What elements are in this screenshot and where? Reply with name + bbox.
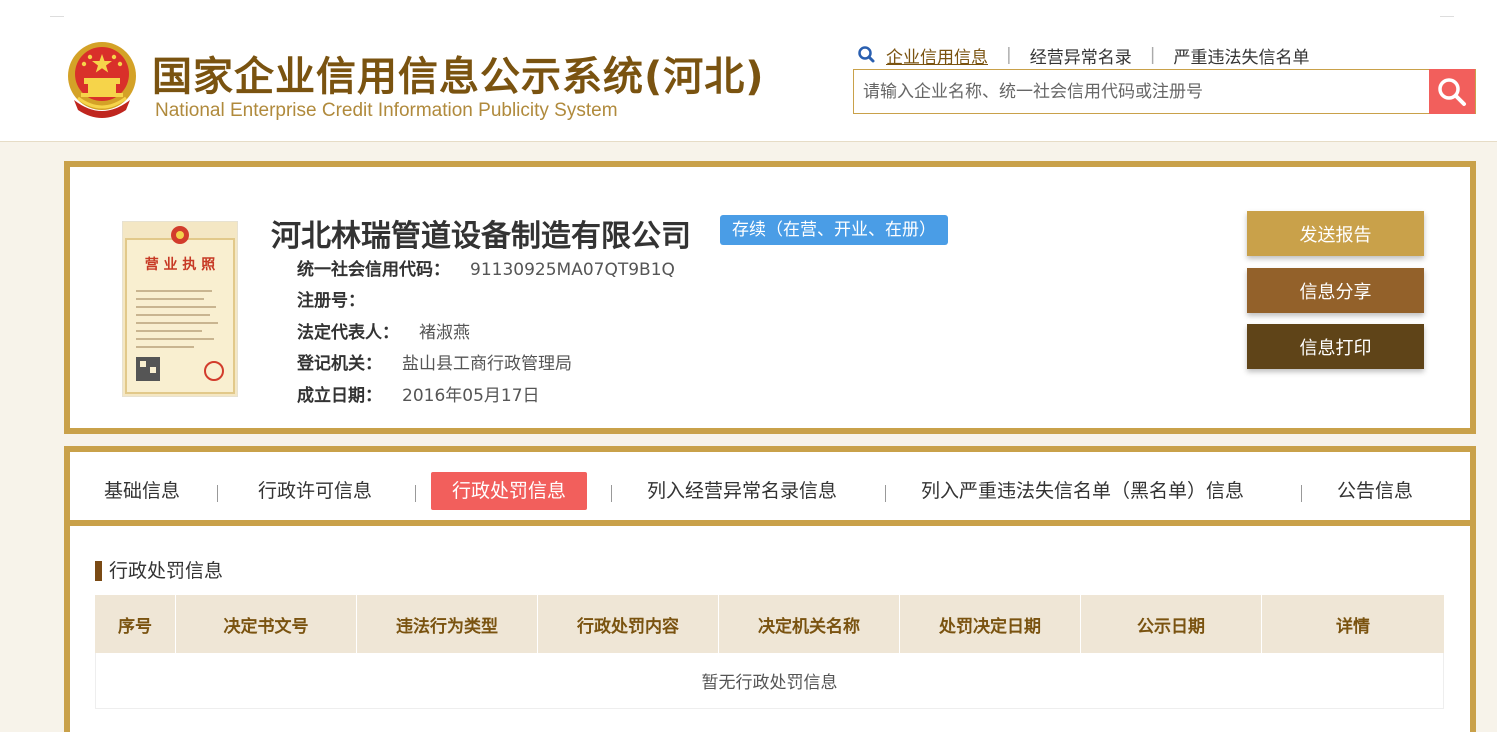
tab-separator xyxy=(1301,485,1302,502)
search-input[interactable] xyxy=(854,70,1429,113)
link-abnormal-list[interactable]: 经营异常名录 xyxy=(1030,43,1132,68)
search-button[interactable] xyxy=(1429,69,1475,114)
info-registration-authority: 登记机关： 盐山县工商行政管理局 xyxy=(297,349,572,374)
tab-abnormal-list[interactable]: 列入经营异常名录信息 xyxy=(647,472,837,510)
tab-basic-info[interactable]: 基础信息 xyxy=(104,472,180,510)
national-emblem-icon xyxy=(68,42,136,118)
column-header: 处罚决定日期 xyxy=(900,595,1081,653)
info-credit-code: 统一社会信用代码： 91130925MA07QT9B1Q xyxy=(297,255,675,280)
link-separator: | xyxy=(1149,45,1156,65)
search-box xyxy=(853,69,1476,114)
business-license-image: 营 业 执 照 xyxy=(122,221,238,397)
column-header: 序号 xyxy=(95,595,176,653)
info-label: 法定代表人： xyxy=(297,323,399,343)
column-header: 详情 xyxy=(1336,616,1370,637)
column-header: 公示日期 xyxy=(1081,595,1262,653)
tab-announcements[interactable]: 公告信息 xyxy=(1337,472,1413,510)
penalty-table: 序号 决定书文号 违法行为类型 行政处罚内容 决定机关名称 处罚决定日期 公示日… xyxy=(95,595,1444,709)
tab-separator xyxy=(611,485,612,502)
column-header: 违法行为类型 xyxy=(357,595,538,653)
info-value: 91130925MA07QT9B1Q xyxy=(470,260,675,280)
divider xyxy=(1440,16,1454,17)
info-value: 褚淑燕 xyxy=(419,323,470,343)
tab-bar: 基础信息 行政许可信息 行政处罚信息 列入经营异常名录信息 列入严重违法失信名单… xyxy=(70,452,1470,526)
info-label: 登记机关： xyxy=(297,354,382,374)
company-card: 营 业 执 照 河北林瑞管道设备制造有限公司 存续（在营、开业、在册） 统一社会… xyxy=(64,161,1476,434)
link-separator: | xyxy=(1006,45,1012,65)
column-header: 决定书文号 xyxy=(176,595,357,653)
tab-separator xyxy=(217,485,218,502)
search-icon xyxy=(1438,77,1466,106)
section-title: 行政处罚信息 xyxy=(95,561,223,581)
site-header: 国家企业信用信息公示系统(河北) National Enterprise Cre… xyxy=(0,0,1497,142)
search-icon xyxy=(858,46,875,63)
info-value: 盐山县工商行政管理局 xyxy=(402,354,572,374)
site-title: 国家企业信用信息公示系统(河北) xyxy=(152,54,765,100)
status-badge: 存续（在营、开业、在册） xyxy=(720,215,948,245)
share-info-button[interactable]: 信息分享 xyxy=(1247,268,1424,313)
divider xyxy=(50,16,64,17)
info-label: 注册号： xyxy=(297,291,365,311)
license-title: 营 业 执 照 xyxy=(145,256,216,273)
tab-blacklist[interactable]: 列入严重违法失信名单（黑名单）信息 xyxy=(921,472,1244,510)
quick-links: 企业信用信息 | 经营异常名录 | 严重违法失信名单 xyxy=(856,43,1309,68)
tab-separator xyxy=(885,485,886,502)
info-panel: 基础信息 行政许可信息 行政处罚信息 列入经营异常名录信息 列入严重违法失信名单… xyxy=(64,446,1476,732)
company-name: 河北林瑞管道设备制造有限公司 xyxy=(271,219,691,254)
empty-state-row: 暂无行政处罚信息 xyxy=(95,653,1444,709)
tab-admin-license[interactable]: 行政许可信息 xyxy=(258,472,372,510)
info-value: 2016年05月17日 xyxy=(402,386,540,406)
tab-admin-penalty[interactable]: 行政处罚信息 xyxy=(431,472,588,510)
link-blacklist[interactable]: 严重违法失信名单 xyxy=(1173,43,1309,68)
column-header: 行政处罚内容 xyxy=(538,595,719,653)
info-label: 统一社会信用代码： xyxy=(297,260,450,280)
info-reg-number: 注册号： xyxy=(297,286,385,311)
tab-separator xyxy=(415,485,416,502)
info-founded-date: 成立日期： 2016年05月17日 xyxy=(297,381,540,406)
info-legal-rep: 法定代表人： 褚淑燕 xyxy=(297,318,470,343)
site-subtitle: National Enterprise Credit Information P… xyxy=(155,100,618,121)
print-info-button[interactable]: 信息打印 xyxy=(1247,324,1424,369)
info-label: 成立日期： xyxy=(297,386,382,406)
table-header: 序号 决定书文号 违法行为类型 行政处罚内容 决定机关名称 处罚决定日期 公示日… xyxy=(95,595,1444,653)
link-enterprise-credit[interactable]: 企业信用信息 xyxy=(886,43,988,68)
send-report-button[interactable]: 发送报告 xyxy=(1247,211,1424,256)
column-header: 决定机关名称 xyxy=(719,595,900,653)
